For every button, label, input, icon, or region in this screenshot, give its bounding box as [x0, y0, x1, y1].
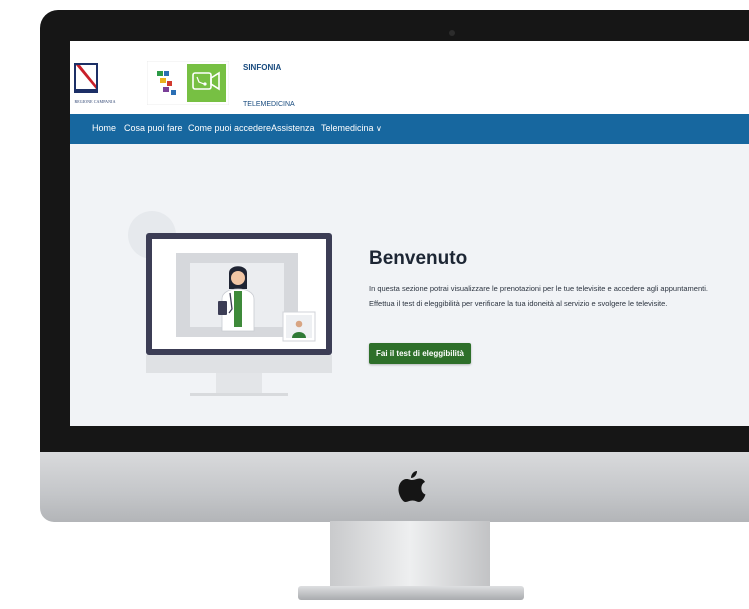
- hero-description-line-1: In questa sezione potrai visualizzare le…: [369, 284, 708, 293]
- monitor-chin: [40, 452, 749, 522]
- brand-title: SINFONIA: [243, 63, 282, 72]
- sinfonia-telemedicina-logo[interactable]: [147, 61, 229, 105]
- nav-item-cosa-puoi-fare[interactable]: Cosa puoi fare: [124, 123, 183, 133]
- nav-item-come-puoi-accedere[interactable]: Come puoi accedere: [188, 123, 271, 133]
- site-header: REGIONE CAMPANIA SINFONIA TELEMEDICINA: [70, 41, 749, 114]
- nav-item-home[interactable]: Home: [92, 123, 116, 133]
- apple-logo-icon: [398, 471, 426, 502]
- regione-campania-logo[interactable]: REGIONE CAMPANIA: [74, 63, 116, 109]
- website-screen: REGIONE CAMPANIA SINFONIA TELEMEDICINA H…: [70, 41, 749, 426]
- hero-description: In questa sezione potrai visualizzare le…: [369, 281, 749, 311]
- monitor-stand-foot: [298, 586, 524, 600]
- nav-item-telemedicina[interactable]: Telemedicina ∨: [321, 123, 382, 133]
- eligibility-test-button[interactable]: Fai il test di eleggibilità: [369, 343, 471, 364]
- regione-crest-icon: [74, 63, 98, 93]
- hero-description-line-2: Effettua il test di eleggibilità per ver…: [369, 299, 668, 308]
- nav-item-telemedicina-label: Telemedicina: [321, 123, 374, 133]
- chevron-down-icon: ∨: [376, 124, 382, 133]
- camera-dot: [449, 30, 455, 36]
- main-navigation: Home Cosa puoi fare Come puoi accedere A…: [70, 114, 749, 144]
- brand-subtitle: TELEMEDICINA: [243, 101, 295, 108]
- hero-title: Benvenuto: [369, 248, 468, 269]
- nav-item-assistenza[interactable]: Assistenza: [271, 123, 315, 133]
- doctor-video-call-icon: [146, 233, 332, 396]
- regione-logo-text: REGIONE CAMPANIA: [74, 99, 116, 104]
- monitor-stand-neck: [330, 521, 490, 589]
